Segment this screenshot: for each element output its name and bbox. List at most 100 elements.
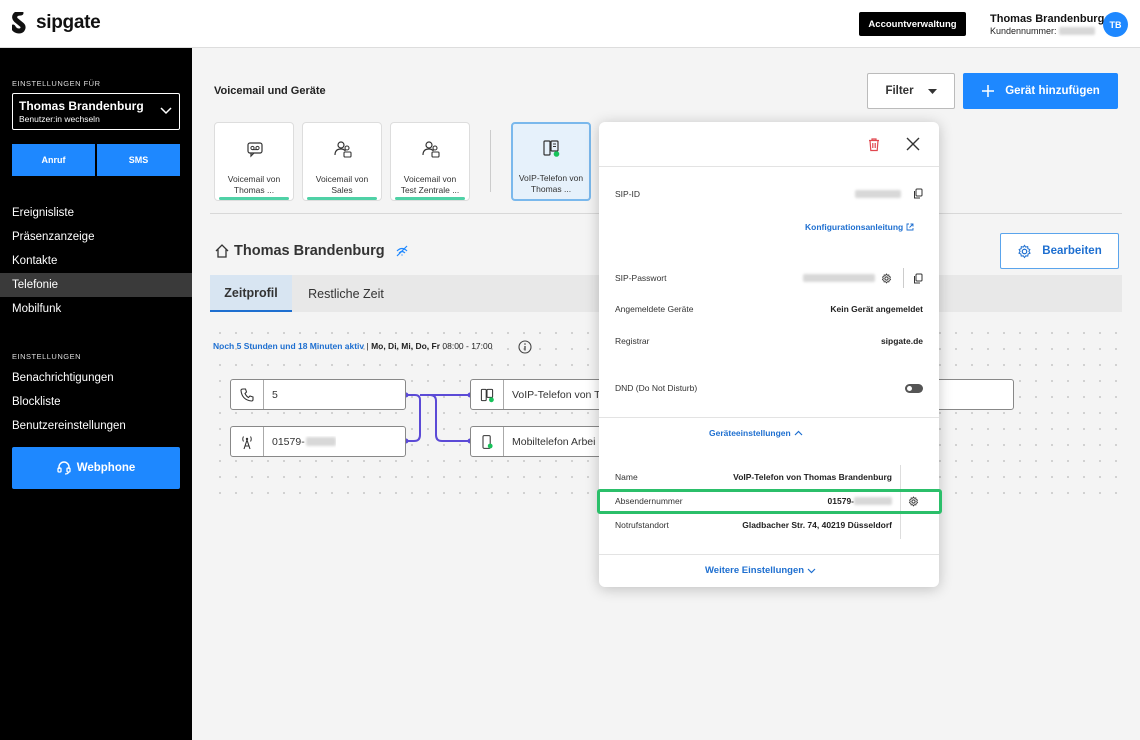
sidebar-item-blockliste[interactable]: Blockliste xyxy=(0,390,192,414)
copy-icon[interactable] xyxy=(913,273,923,284)
sipgate-logo-icon xyxy=(12,12,26,34)
external-link-icon xyxy=(906,223,914,231)
flow-target-mobile[interactable]: Mobiltelefon Arbei xyxy=(470,426,620,457)
device-card-label: Voicemail von Test Zentrale ... xyxy=(391,174,469,196)
config-guide-label: Konfigurationsanleitung xyxy=(805,222,904,232)
device-card-line2: Sales xyxy=(331,185,353,195)
copy-icon[interactable] xyxy=(913,188,923,199)
person-name: Thomas Brandenburg xyxy=(234,243,385,259)
flow-source-mobile[interactable]: 01579- xyxy=(230,426,406,457)
headset-icon xyxy=(57,461,71,475)
schedule-active-text: Noch 5 Stunden und 18 Minuten aktiv xyxy=(213,341,365,351)
sms-button[interactable]: SMS xyxy=(97,144,180,176)
selected-user-name: Thomas Brandenburg xyxy=(19,99,144,113)
voip-phone-icon xyxy=(471,380,504,409)
sip-password-redacted xyxy=(803,274,875,282)
user-switcher[interactable]: Thomas Brandenburg Benutzer:in wechseln xyxy=(12,93,180,130)
flow-target-label: VoIP-Telefon von T xyxy=(512,388,601,401)
device-card-label: Voicemail von Sales xyxy=(303,174,381,196)
person-heading: Thomas Brandenburg xyxy=(214,243,409,259)
device-status-bar xyxy=(219,197,289,200)
tab-zeitprofil[interactable]: Zeitprofil xyxy=(210,275,292,312)
device-name-value: VoIP-Telefon von Thomas Brandenburg xyxy=(733,472,892,482)
group-icon xyxy=(334,141,352,158)
schedule-time: 08:00 - 17:00 xyxy=(440,341,493,351)
close-icon[interactable] xyxy=(906,137,920,151)
logo-text: sipgate xyxy=(36,12,101,33)
sip-id-row: SIP-ID xyxy=(615,188,923,199)
filter-label: Filter xyxy=(885,85,914,97)
flow-source-number-5[interactable]: 5 xyxy=(230,379,406,410)
device-card-line1: Voicemail von xyxy=(227,174,281,184)
popover-divider xyxy=(599,417,939,418)
device-status-bar xyxy=(395,197,465,200)
add-device-label: Gerät hinzufügen xyxy=(1005,85,1100,97)
add-device-button[interactable]: Gerät hinzufügen xyxy=(963,73,1118,109)
more-settings-toggle[interactable]: Weitere Einstellungen xyxy=(705,565,816,576)
webphone-button[interactable]: Webphone xyxy=(12,447,180,489)
sidebar-item-kontakte[interactable]: Kontakte xyxy=(0,249,192,273)
device-name-label: Name xyxy=(615,472,638,482)
device-card-line2: Test Zentrale ... xyxy=(400,185,460,195)
more-settings-label: Weitere Einstellungen xyxy=(705,565,805,576)
device-settings-toggle[interactable]: Geräteeinstellungen xyxy=(709,428,803,438)
edit-button[interactable]: Bearbeiten xyxy=(1000,233,1119,269)
header-user-name: Thomas Brandenburg xyxy=(990,13,1105,25)
device-details-popover: SIP-ID Konfigurationsanleitung SIP-Passw… xyxy=(599,122,939,587)
avatar[interactable]: TB xyxy=(1103,12,1128,37)
schedule-info: Noch 5 Stunden und 18 Minuten aktiv | Mo… xyxy=(213,341,492,351)
flow-source-number-prefix: 01579- xyxy=(272,435,305,448)
device-card-voicemail-test-zentrale[interactable]: Voicemail von Test Zentrale ... xyxy=(390,122,470,201)
filter-button[interactable]: Filter xyxy=(867,73,955,109)
phone-handset-icon xyxy=(231,380,264,409)
device-card-voicemail-sales[interactable]: Voicemail von Sales xyxy=(302,122,382,201)
highlight-frame xyxy=(597,489,942,514)
dnd-toggle[interactable] xyxy=(905,383,923,393)
call-button[interactable]: Anruf xyxy=(12,144,95,176)
sidebar-item-mobilfunk[interactable]: Mobilfunk xyxy=(0,297,192,321)
trash-icon[interactable] xyxy=(867,137,881,152)
wifi-off-icon xyxy=(396,245,408,257)
dnd-row: DND (Do Not Disturb) xyxy=(615,383,923,393)
sip-password-label: SIP-Passwort xyxy=(615,273,667,283)
mobile-phone-icon xyxy=(471,427,504,456)
sidebar-item-praesenzanzeige[interactable]: Präsenzanzeige xyxy=(0,225,192,249)
schedule-separator: | xyxy=(364,341,372,351)
sidebar-item-ereignisliste[interactable]: Ereignisliste xyxy=(0,201,192,225)
config-guide-link[interactable]: Konfigurationsanleitung xyxy=(805,222,914,232)
home-icon xyxy=(215,244,229,258)
flow-source-label: 5 xyxy=(272,388,278,401)
sidebar-item-benutzereinstellungen[interactable]: Benutzereinstellungen xyxy=(0,414,192,438)
popover-divider xyxy=(599,554,939,555)
device-name-row: Name VoIP-Telefon von Thomas Brandenburg xyxy=(615,472,892,482)
schedule-days: Mo, Di, Mi, Do, Fr xyxy=(371,341,441,351)
account-management-button[interactable]: Accountverwaltung xyxy=(859,12,966,36)
device-settings-label: Geräteeinstellungen xyxy=(709,428,791,438)
device-card-voicemail-thomas[interactable]: Voicemail von Thomas ... xyxy=(214,122,294,201)
sidebar-item-benachrichtigungen[interactable]: Benachrichtigungen xyxy=(0,366,192,390)
gear-icon xyxy=(1018,243,1032,258)
switch-user-label: Benutzer:in wechseln xyxy=(19,114,100,124)
device-card-label: VoIP-Telefon von Thomas ... xyxy=(513,173,589,195)
section-title: Voicemail und Geräte xyxy=(214,85,326,97)
registrar-value: sipgate.de xyxy=(880,336,923,346)
gear-icon[interactable] xyxy=(881,272,892,284)
device-card-label: Voicemail von Thomas ... xyxy=(215,174,293,196)
registrar-label: Registrar xyxy=(615,336,650,346)
customer-number: Kundennummer: xyxy=(990,26,1104,36)
tab-restliche-zeit[interactable]: Restliche Zeit xyxy=(292,275,400,312)
device-card-line1: Voicemail von xyxy=(315,174,369,184)
device-card-voip-thomas[interactable]: VoIP-Telefon von Thomas ... xyxy=(511,122,591,201)
sip-id-label: SIP-ID xyxy=(615,188,641,199)
device-card-line2: Thomas ... xyxy=(233,185,275,195)
sipgate-logo[interactable]: sipgate xyxy=(12,12,101,34)
group-icon xyxy=(422,141,440,158)
chevron-down-icon xyxy=(160,107,172,115)
device-status-bar xyxy=(307,197,377,200)
antenna-icon xyxy=(231,427,264,456)
caret-down-icon xyxy=(927,88,937,94)
sidebar: EINSTELLUNGEN FÜR Thomas Brandenburg Ben… xyxy=(0,48,192,740)
info-icon[interactable] xyxy=(518,340,532,354)
sidebar-item-telefonie[interactable]: Telefonie xyxy=(0,273,192,297)
voip-phone-icon xyxy=(543,140,560,157)
